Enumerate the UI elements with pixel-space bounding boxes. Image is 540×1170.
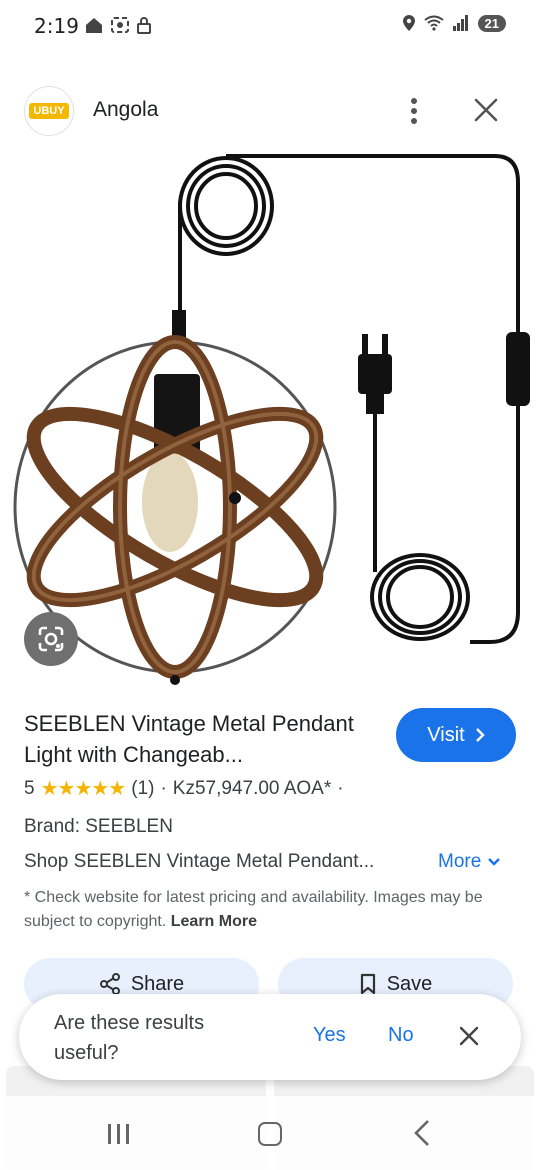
bookmark-icon <box>360 973 375 995</box>
more-label: More <box>438 851 482 872</box>
chevron-down-icon <box>488 858 501 866</box>
learn-more-link[interactable]: Learn More <box>171 913 257 930</box>
visit-label: Visit <box>427 723 465 746</box>
site-name[interactable]: Angola <box>93 98 158 122</box>
battery-icon: 21 <box>477 14 506 32</box>
star-rating: ★★★★★ <box>40 778 127 800</box>
rating-value: 5 <box>24 777 35 799</box>
share-label: Share <box>130 972 185 995</box>
feedback-no-button[interactable]: No <box>388 1024 414 1047</box>
feedback-question: Are these results useful? <box>54 1012 205 1064</box>
product-description: Shop SEEBLEN Vintage Metal Pendant... <box>24 851 375 872</box>
result-header: UBUY Angola <box>0 82 540 140</box>
home-button[interactable] <box>258 1122 282 1146</box>
rating-count: (1) <box>131 777 155 799</box>
system-nav-bar <box>0 1096 540 1170</box>
back-icon[interactable] <box>412 1118 432 1148</box>
status-bar: 2:19 21 <box>0 0 540 52</box>
share-icon <box>99 973 120 995</box>
lens-search-button[interactable] <box>24 612 78 666</box>
feedback-card: Are these results useful? Yes No <box>19 994 521 1080</box>
product-title[interactable]: SEEBLEN Vintage Metal Pendant Light with… <box>24 708 384 770</box>
screenshot-icon <box>111 17 129 33</box>
logo-text: UBUY <box>29 103 69 119</box>
close-icon[interactable] <box>457 1024 481 1048</box>
product-price: Kz57,947.00 AOA* <box>172 777 332 799</box>
separator: · <box>337 777 344 799</box>
lock-icon <box>137 17 151 34</box>
product-image[interactable] <box>0 142 540 690</box>
rating-price-line: 5 ★★★★★ (1) · Kz57,947.00 AOA* · <box>24 776 344 801</box>
chevron-right-icon <box>475 728 485 742</box>
wifi-icon <box>423 15 444 31</box>
visit-button[interactable]: Visit <box>396 708 516 762</box>
google-lens-icon <box>38 626 64 652</box>
save-label: Save <box>386 972 433 995</box>
more-button[interactable]: More <box>438 851 501 873</box>
close-icon[interactable] <box>470 94 502 126</box>
status-time: 2:19 <box>34 14 79 38</box>
signal-icon <box>452 15 468 31</box>
site-logo[interactable]: UBUY <box>24 86 74 136</box>
recent-apps-icon[interactable] <box>106 1122 132 1146</box>
location-icon <box>402 15 415 31</box>
product-brand: Brand: SEEBLEN <box>24 816 173 837</box>
separator: · <box>160 777 167 799</box>
feedback-yes-button[interactable]: Yes <box>313 1024 346 1047</box>
more-options-icon[interactable] <box>400 96 428 126</box>
disclaimer: * Check website for latest pricing and a… <box>24 886 504 934</box>
home-icon <box>86 18 102 33</box>
